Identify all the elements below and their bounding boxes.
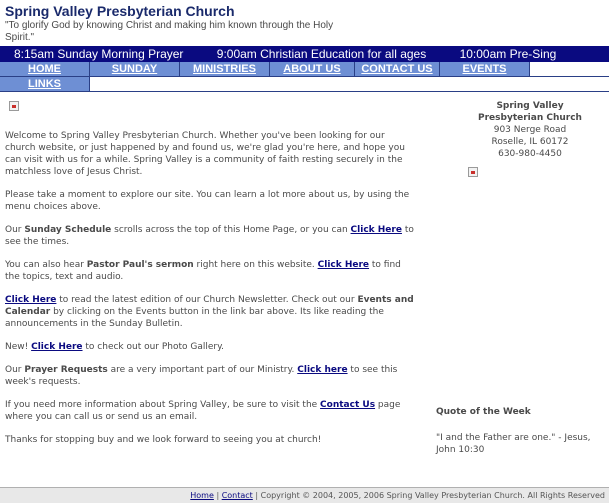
nav-about-us[interactable]: ABOUT US <box>270 62 355 77</box>
nav-links[interactable]: LINKS <box>0 77 90 92</box>
nav-events[interactable]: EVENTS <box>440 62 530 77</box>
footer: Home | Contact | Copyright © 2004, 2005,… <box>0 487 609 503</box>
phone-number: 630-980-4450 <box>498 149 562 159</box>
welcome-paragraph: Welcome to Spring Valley Presbyterian Ch… <box>5 131 405 177</box>
contact-us-link[interactable]: Contact Us <box>320 400 375 410</box>
prayer-link[interactable]: Click here <box>297 365 347 375</box>
footer-contact-link[interactable]: Contact <box>222 491 253 500</box>
welcome-content: Welcome to Spring Valley Presbyterian Ch… <box>5 130 415 457</box>
quote-of-the-week: Quote of the Week "I and the Father are … <box>436 406 608 456</box>
site-title: Spring Valley Presbyterian Church <box>5 3 235 19</box>
nav-contact-us[interactable]: CONTACT US <box>355 62 440 77</box>
ticker-item: 8:15am Sunday Morning Prayer <box>14 47 184 61</box>
schedule-paragraph: Our Sunday Schedule scrolls across the t… <box>5 225 414 247</box>
nav-filler <box>530 62 609 77</box>
church-address: Spring Valley Presbyterian Church 903 Ne… <box>460 100 600 160</box>
copyright-text: Copyright © 2004, 2005, 2006 Spring Vall… <box>260 491 605 500</box>
nav-bar: HOME SUNDAY MINISTRIES ABOUT US CONTACT … <box>0 62 609 92</box>
schedule-link[interactable]: Click Here <box>351 225 402 235</box>
newsletter-link[interactable]: Click Here <box>5 295 56 305</box>
contact-paragraph: If you need more information about Sprin… <box>5 400 401 422</box>
sermon-paragraph: You can also hear Pastor Paul's sermon r… <box>5 260 401 282</box>
quote-text: "I and the Father are one." - Jesus, Joh… <box>436 433 591 455</box>
newsletter-paragraph: Click Here to read the latest edition of… <box>5 295 414 329</box>
nav-filler <box>90 77 609 92</box>
nav-sunday[interactable]: SUNDAY <box>90 62 180 77</box>
footer-home-link[interactable]: Home <box>190 491 214 500</box>
city-state-zip: Roselle, IL 60172 <box>491 137 569 147</box>
ticker-item: 10:00am Pre-Sing <box>459 47 557 61</box>
quote-heading: Quote of the Week <box>436 407 531 417</box>
sermon-link[interactable]: Click Here <box>318 260 369 270</box>
explore-paragraph: Please take a moment to explore our site… <box>5 190 410 212</box>
street-address: 903 Nerge Road <box>493 125 567 135</box>
schedule-ticker: 8:15am Sunday Morning Prayer 9:00am Chri… <box>0 46 609 62</box>
church-name-line: Spring Valley <box>496 101 564 111</box>
nav-ministries[interactable]: MINISTRIES <box>180 62 270 77</box>
site-tagline: "To glorify God by knowing Christ and ma… <box>5 20 334 43</box>
church-name-line: Presbyterian Church <box>478 113 582 123</box>
gallery-link[interactable]: Click Here <box>31 342 82 352</box>
prayer-paragraph: Our Prayer Requests are a very important… <box>5 365 398 387</box>
ticker-item: 9:00am Christian Education for all ages <box>216 47 427 61</box>
gallery-paragraph: New! Click Here to check out our Photo G… <box>5 342 225 352</box>
broken-image-icon <box>9 101 19 111</box>
broken-image-icon <box>468 167 478 177</box>
nav-home[interactable]: HOME <box>0 62 90 77</box>
thanks-paragraph: Thanks for stopping buy and we look forw… <box>5 435 322 445</box>
